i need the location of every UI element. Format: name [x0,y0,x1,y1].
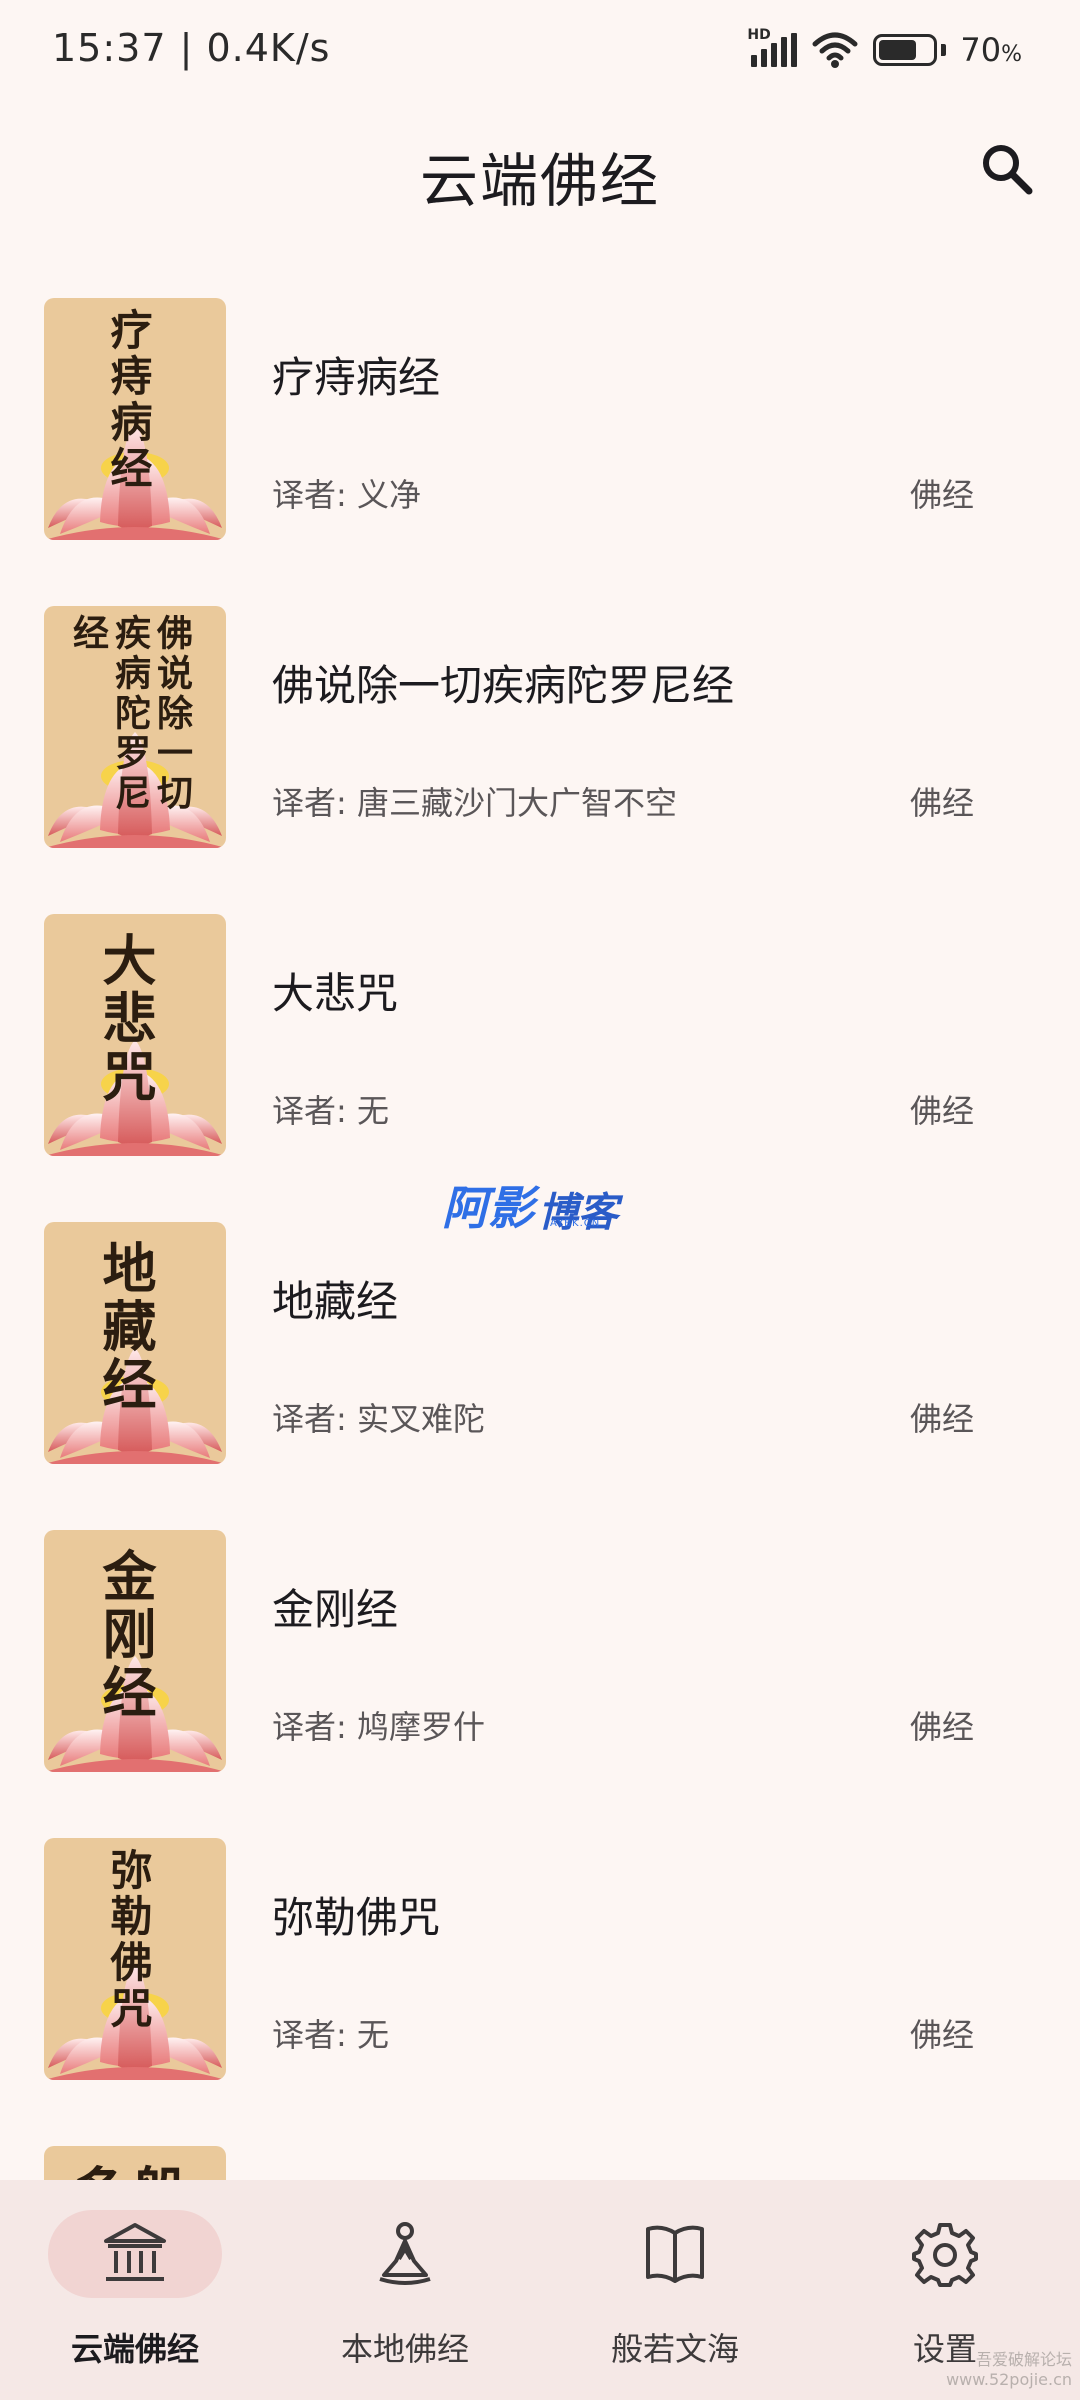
sutra-translator: 译者: 无 [272,2016,389,2054]
sutra-cover-image: 金刚经 [44,1530,226,1772]
sutra-category: 佛经 [909,784,974,822]
list-item[interactable]: 大悲咒 大悲咒译者: 无 佛经 [0,878,1080,1186]
nav-label: 本地佛经 [340,2330,469,2368]
watermark-subtext: AYBK.CN [550,1218,601,1229]
cover-title-text: 金刚经 [93,1548,157,1722]
list-item[interactable]: 金刚经 金刚经译者: 鸠摩罗什 佛经 [0,1494,1080,1802]
status-time: 15:37 | 0.4K/s [52,26,331,70]
sutra-title: 弥勒佛咒 [272,1893,441,1942]
nav-label: 般若文海 [610,2330,739,2368]
nav-label: 云端佛经 [70,2330,199,2368]
page-title: 云端佛经 [419,147,660,215]
cover-title-text: 疗痔病经 [104,308,153,492]
sutra-cover-image: 大悲咒 [44,914,226,1156]
signal-icon: HD [747,27,798,67]
sutra-title: 金刚经 [272,1585,399,1634]
sutra-translator: 译者: 实叉难陀 [272,1400,485,1438]
status-bar: 15:37 | 0.4K/s HD 70% [0,0,1080,104]
battery-percent: 70% [960,31,1022,69]
sutra-title: 大悲咒 [272,969,399,1018]
sutra-title: 佛说除一切疾病陀罗尼经 [272,661,735,710]
sutra-category: 佛经 [909,1400,974,1438]
sutra-cover-image: 地藏经 [44,1222,226,1464]
top-app-bar: 云端佛经 [0,104,1080,240]
network-badge: HD [747,27,771,43]
sutra-category: 佛经 [909,1092,974,1130]
sutra-title: 疗痔病经 [272,353,441,402]
nav-prajna-library[interactable]: 般若文海 [540,2180,810,2400]
list-item[interactable]: 弥勒佛咒 弥勒佛咒译者: 无 佛经 [0,1802,1080,2110]
sutra-translator: 译者: 义净 [272,476,421,514]
sutra-category: 佛经 [909,476,974,514]
search-button[interactable] [972,134,1042,204]
watermark-text-1: 阿影 [442,1181,534,1235]
sutra-cover-image: 弥勒佛咒 [44,1838,226,2080]
cover-title-text: 多 [56,2164,135,2180]
status-icons: HD 70% [747,27,1022,72]
open-book-icon [635,2214,715,2294]
search-icon [983,145,1033,195]
sutra-cover-image: 般多 [44,2146,226,2180]
nav-local-sutras[interactable]: 本地佛经 [270,2180,540,2400]
sutra-category: 佛经 [909,1708,974,1746]
sutra-cover-image: 疗痔病经 [44,298,226,540]
meditating-person-icon [365,2214,445,2294]
sutra-translator: 译者: 鸠摩罗什 [272,1708,485,1746]
list-item[interactable]: 佛说除一切 疾病陀罗尼经佛说除一切疾病陀罗尼经译者: 唐三藏沙门大广智不空 佛经 [0,570,1080,878]
list-item[interactable]: 般多 [0,2110,1080,2180]
watermark-text-2: 博客 [538,1190,618,1236]
sutra-title: 地藏经 [272,1277,399,1326]
sutra-category: 佛经 [909,2016,974,2054]
wifi-icon [812,32,858,68]
list-item[interactable]: 疗痔病经 疗痔病经译者: 义净 佛经 [0,262,1080,570]
sutra-translator: 译者: 唐三藏沙门大广智不空 [272,784,677,822]
nav-cloud-sutras[interactable]: 云端佛经 [0,2180,270,2400]
temple-icon [95,2214,175,2294]
cover-title-text: 大悲咒 [93,932,157,1106]
sutra-cover-image: 佛说除一切 疾病陀罗尼经 [44,606,226,848]
bottom-navigation: 云端佛经 本地佛经 般若文海 设置 [0,2180,1080,2400]
cover-title-text: 经 [67,614,109,654]
gear-icon [905,2214,985,2294]
battery-icon [873,34,947,66]
cover-title-text: 弥勒佛咒 [104,1848,153,2032]
corner-watermark: 吾爱破解论坛 www.52pojie.cn [946,2350,1072,2389]
cover-title-text: 地藏经 [93,1240,157,1414]
site-watermark: 阿影 博客 AYBK.CN [442,1172,618,1238]
sutra-translator: 译者: 无 [272,1092,389,1130]
